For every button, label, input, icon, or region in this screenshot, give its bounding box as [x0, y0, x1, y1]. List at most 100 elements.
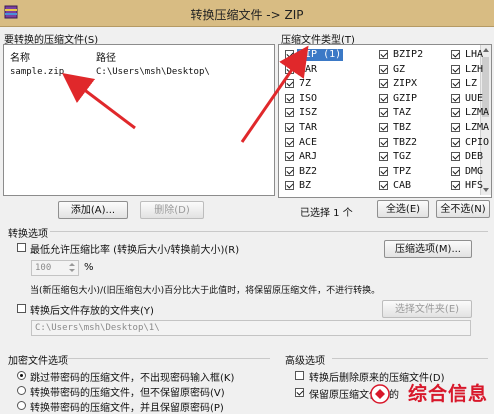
format-label: BZ	[299, 180, 312, 192]
format-label: ISO	[299, 92, 318, 104]
format-checkbox[interactable]	[285, 50, 294, 59]
convert-keep-password-radio[interactable]	[17, 401, 26, 410]
format-checkbox[interactable]	[451, 137, 460, 147]
min-ratio-label: 最低允许压缩比率 (转换后大小/转换前大小)(R)	[30, 245, 240, 256]
format-label: UUE	[465, 92, 484, 104]
format-checkbox[interactable]	[379, 166, 388, 176]
watermark-text: 综合信息	[407, 383, 488, 405]
format-list[interactable]: ZIP (1) BZIP2 LHA RAR GZ LZH 7Z ZIPX LZ ISO GZIP UU…	[278, 44, 492, 198]
format-checkbox[interactable]	[451, 79, 460, 89]
format-checkbox[interactable]	[285, 152, 294, 162]
select-none-button[interactable]: 全不选(N)	[436, 200, 490, 218]
format-label: TAZ	[393, 107, 412, 119]
watermark-logo-icon	[370, 384, 390, 404]
format-checkbox[interactable]	[451, 64, 460, 74]
format-checkbox[interactable]	[379, 50, 388, 59]
format-checkbox[interactable]	[285, 137, 294, 147]
format-checkbox[interactable]	[379, 152, 388, 162]
format-checkbox[interactable]	[285, 64, 294, 74]
keep-original-checkbox[interactable]	[295, 388, 304, 397]
select-folder-button[interactable]: 选择文件夹(E)	[382, 300, 472, 318]
spin-up-icon[interactable]	[69, 263, 75, 266]
convert-keep-password-label: 转换带密码的压缩文件，并且保留原密码(P)	[30, 403, 224, 414]
format-checkbox[interactable]	[285, 93, 294, 103]
format-checkbox[interactable]	[379, 181, 388, 191]
format-checkbox[interactable]	[285, 181, 294, 191]
format-label: 7Z	[299, 78, 312, 90]
format-label: BZ2	[299, 165, 318, 177]
group-divider	[50, 231, 488, 232]
file-name: sample.zip	[10, 67, 65, 77]
format-label: TBZ2	[393, 136, 418, 148]
format-label: HFS	[465, 180, 484, 192]
format-label: CAB	[393, 180, 412, 192]
column-header-name[interactable]: 名称	[10, 49, 30, 64]
format-checkbox[interactable]	[285, 108, 294, 118]
format-checkbox[interactable]	[379, 123, 388, 132]
spin-down-icon[interactable]	[69, 269, 75, 272]
format-checkbox[interactable]	[285, 123, 294, 132]
format-checkbox[interactable]	[379, 79, 388, 89]
skip-encrypted-radio[interactable]	[17, 371, 26, 380]
format-checkbox[interactable]	[285, 166, 294, 176]
selected-count: 已选择 1 个	[300, 208, 353, 219]
scroll-down-icon[interactable]	[483, 188, 489, 192]
folder-path-input[interactable]: C:\Users\msh\Desktop\1\	[31, 320, 471, 336]
save-folder-checkbox[interactable]	[17, 304, 26, 313]
format-label: ZIPX	[393, 78, 418, 90]
convert-no-password-label: 转换带密码的压缩文件，但不保留原密码(V)	[30, 388, 225, 399]
format-label: LZMA	[465, 122, 490, 133]
window-title: 转换压缩文件 -> ZIP	[190, 8, 304, 22]
format-checkbox[interactable]	[451, 123, 460, 132]
ratio-unit: %	[84, 262, 94, 273]
format-label: LHA	[465, 49, 484, 60]
title-bar[interactable]: 转换压缩文件 -> ZIP	[0, 0, 494, 27]
format-label: RAR	[299, 63, 318, 75]
format-label: DMG	[465, 165, 484, 177]
format-label: GZ	[393, 63, 406, 75]
format-label: ZIP (1)	[297, 49, 344, 61]
delete-original-checkbox[interactable]	[295, 371, 304, 380]
format-label: BZIP2	[393, 49, 424, 60]
files-list[interactable]: 名称 路径 sample.zip C:\Users\msh\Desktop\	[3, 44, 275, 196]
format-checkbox[interactable]	[379, 64, 388, 74]
convert-no-password-radio[interactable]	[17, 386, 26, 395]
group-divider	[66, 358, 270, 359]
convert-options-label: 转换选项	[8, 229, 48, 240]
ratio-spinner[interactable]	[66, 261, 78, 275]
format-label: LZ	[465, 78, 478, 90]
ratio-note: 当(新压缩包大小)/(旧压缩包大小)百分比大于此值时，将保留原压缩文件，不进行转…	[30, 286, 381, 296]
format-checkbox[interactable]	[379, 137, 388, 147]
format-checkbox[interactable]	[451, 50, 460, 59]
format-checkbox[interactable]	[379, 93, 388, 103]
format-label: TBZ	[393, 122, 412, 133]
select-all-button[interactable]: 全选(E)	[377, 200, 429, 218]
advanced-options-label: 高级选项	[285, 356, 325, 367]
format-checkbox[interactable]	[451, 152, 460, 162]
format-label: TGZ	[393, 151, 412, 163]
delete-button[interactable]: 删除(D)	[140, 201, 204, 219]
format-label: CPIO	[465, 136, 490, 148]
format-label: LZMA	[465, 107, 490, 119]
file-path: C:\Users\msh\Desktop\	[96, 67, 210, 77]
format-label: DEB	[465, 151, 484, 163]
add-button[interactable]: 添加(A)...	[58, 201, 128, 219]
table-row[interactable]: sample.zip C:\Users\msh\Desktop\	[6, 67, 270, 80]
format-checkbox[interactable]	[285, 79, 294, 89]
format-checkbox[interactable]	[451, 166, 460, 176]
compress-options-button[interactable]: 压缩选项(M)...	[384, 240, 472, 258]
format-checkbox[interactable]	[451, 93, 460, 103]
format-label: ISZ	[299, 107, 318, 119]
group-divider	[332, 358, 488, 359]
format-label: ARJ	[299, 151, 318, 163]
encrypted-options-label: 加密文件选项	[8, 356, 68, 367]
min-ratio-checkbox[interactable]	[17, 243, 26, 252]
format-checkbox[interactable]	[451, 108, 460, 118]
scroll-up-icon[interactable]	[483, 48, 489, 52]
format-checkbox[interactable]	[379, 108, 388, 118]
format-label: TPZ	[393, 165, 412, 177]
format-label: GZIP	[393, 92, 418, 104]
column-header-path[interactable]: 路径	[96, 49, 116, 64]
format-checkbox[interactable]	[451, 181, 460, 191]
skip-encrypted-label: 跳过带密码的压缩文件，不出现密码输入框(K)	[30, 373, 235, 384]
